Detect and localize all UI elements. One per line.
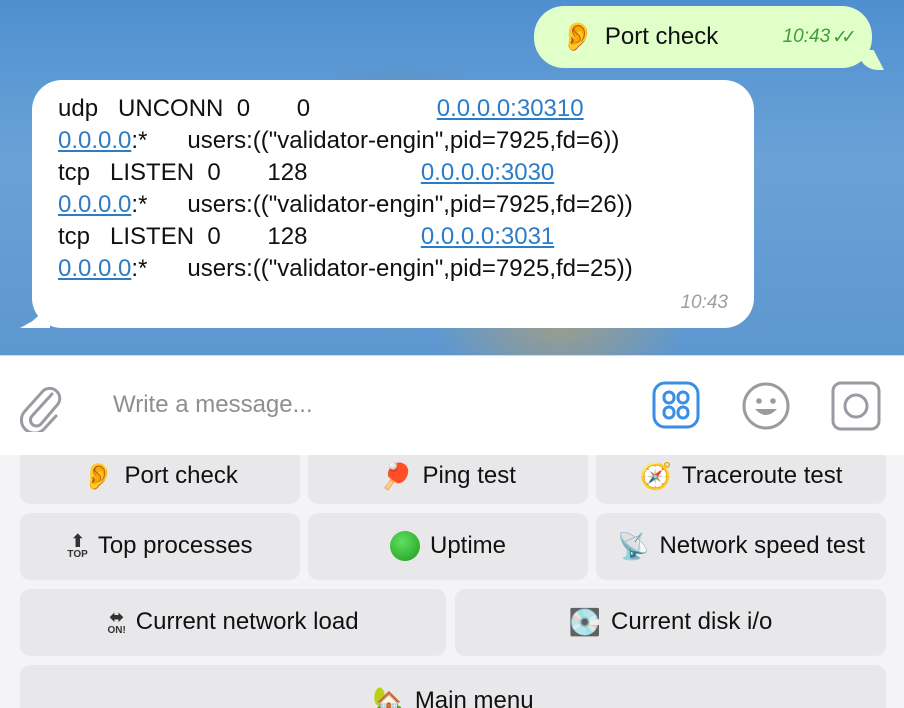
- network-speed-test-button[interactable]: 📡 Network speed test: [596, 513, 886, 579]
- bot-keyboard-icon[interactable]: [652, 381, 700, 429]
- line-text: :* users:(("validator-engin",pid=7925,fd…: [131, 255, 633, 282]
- outgoing-time-text: 10:43: [782, 26, 831, 47]
- outgoing-message-time: 10:43 ✓✓: [782, 26, 857, 49]
- message-input[interactable]: Write a message...: [113, 391, 313, 419]
- house-icon: 🏡: [372, 685, 405, 708]
- outgoing-message-text: Port check: [604, 23, 719, 50]
- bot-reply-keyboard: 👂 Port check 🏓 Ping test 🧭 Traceroute te…: [0, 455, 904, 708]
- button-label: Current network load: [135, 608, 359, 635]
- line-text: tcp LISTEN 0 128: [58, 159, 421, 186]
- line-text: tcp LISTEN 0 128: [58, 223, 421, 250]
- traceroute-test-button[interactable]: 🧭 Traceroute test: [596, 455, 886, 503]
- ping-test-button[interactable]: 🏓 Ping test: [308, 455, 588, 503]
- disk-icon: 💽: [568, 607, 601, 637]
- message-input-bar: Write a message...: [0, 355, 904, 456]
- incoming-message-time: 10:43: [680, 292, 728, 313]
- current-disk-io-button[interactable]: 💽 Current disk i/o: [455, 589, 886, 655]
- message-line: 0.0.0.0:* users:(("validator-engin",pid=…: [58, 125, 619, 157]
- button-label: Top processes: [97, 532, 253, 559]
- message-line: 0.0.0.0:* users:(("validator-engin",pid=…: [58, 189, 633, 221]
- button-label: Traceroute test: [681, 462, 843, 489]
- smiley-icon[interactable]: [741, 381, 791, 431]
- ip-link[interactable]: 0.0.0.0:3031: [421, 223, 554, 250]
- ip-link[interactable]: 0.0.0.0:30310: [437, 95, 584, 122]
- port-check-button[interactable]: 👂 Port check: [20, 455, 300, 503]
- paperclip-icon[interactable]: [18, 380, 64, 432]
- message-line: 0.0.0.0:* users:(("validator-engin",pid=…: [58, 253, 633, 285]
- message-line: tcp LISTEN 0 128 0.0.0.0:3030: [58, 157, 554, 189]
- line-text: :* users:(("validator-engin",pid=7925,fd…: [131, 127, 620, 154]
- current-network-load-button[interactable]: ⬌ ON! Current network load: [20, 589, 446, 655]
- line-text: udp UNCONN 0 0: [58, 95, 437, 122]
- read-checkmarks-icon: ✓✓: [832, 26, 857, 48]
- outgoing-message-bubble[interactable]: 👂 Port check 10:43 ✓✓: [534, 6, 872, 68]
- ear-icon: 👂: [560, 21, 595, 52]
- top-processes-button[interactable]: ⬆ TOP Top processes: [20, 513, 300, 579]
- main-menu-button[interactable]: 🏡 Main menu: [20, 665, 886, 708]
- camera-icon[interactable]: [830, 380, 882, 432]
- top-arrow-icon: ⬆ TOP: [67, 531, 88, 560]
- message-line: tcp LISTEN 0 128 0.0.0.0:3031: [58, 221, 554, 253]
- ip-link[interactable]: 0.0.0.0:3030: [421, 159, 554, 186]
- message-line: udp UNCONN 0 0 0.0.0.0:30310: [58, 93, 584, 125]
- ip-link[interactable]: 0.0.0.0: [58, 191, 131, 218]
- button-label: Main menu: [414, 687, 534, 708]
- button-label: Ping test: [422, 462, 516, 489]
- button-label: Current disk i/o: [610, 608, 773, 635]
- ip-link[interactable]: 0.0.0.0: [58, 127, 131, 154]
- green-circle-icon: [389, 531, 420, 561]
- ping-pong-icon: 🏓: [380, 461, 413, 491]
- ear-icon: 👂: [82, 461, 115, 491]
- compass-icon: 🧭: [639, 461, 672, 491]
- uptime-button[interactable]: Uptime: [308, 513, 588, 579]
- button-label: Network speed test: [659, 532, 865, 559]
- line-text: :* users:(("validator-engin",pid=7925,fd…: [131, 191, 633, 218]
- satellite-dish-icon: 📡: [617, 531, 650, 561]
- button-label: Port check: [124, 462, 238, 489]
- ip-link[interactable]: 0.0.0.0: [58, 255, 131, 282]
- on-arrow-icon: ⬌ ON!: [107, 607, 126, 636]
- incoming-message-bubble[interactable]: udp UNCONN 0 0 0.0.0.0:30310 0.0.0.0:* u…: [32, 80, 754, 328]
- button-label: Uptime: [429, 532, 507, 559]
